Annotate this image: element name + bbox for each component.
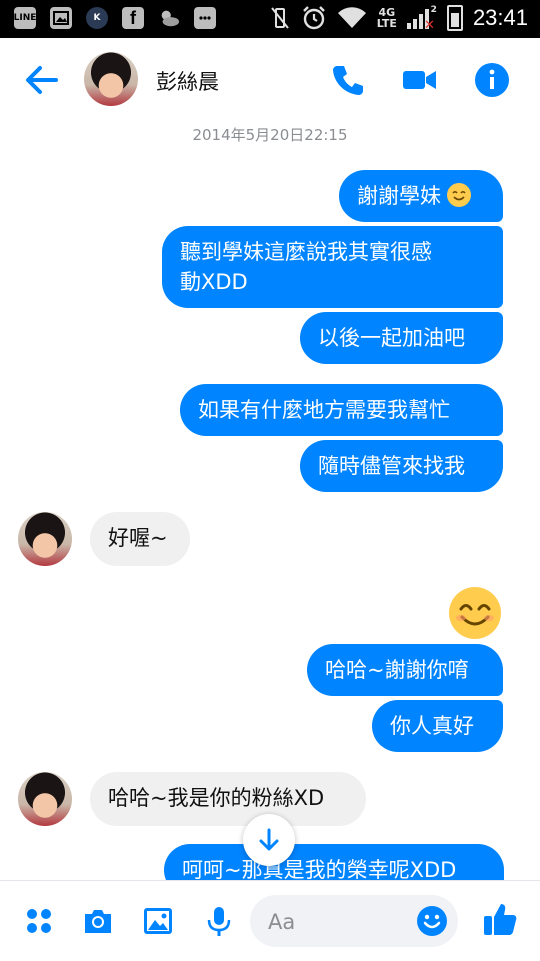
arrow-down-icon	[259, 828, 279, 851]
message-bubble-out[interactable]: 你人真好	[372, 700, 503, 752]
microphone-icon[interactable]	[203, 905, 235, 937]
sender-avatar[interactable]	[18, 772, 72, 826]
contact-name[interactable]: 彭絲晨	[156, 66, 219, 96]
wifi-icon	[337, 7, 366, 29]
sim-slot-label: 2	[430, 5, 437, 15]
k-app-icon: K	[86, 7, 108, 29]
message-bubble-in[interactable]: 哈哈~我是你的粉絲XD	[90, 772, 366, 826]
smiling-face-icon[interactable]	[448, 586, 502, 640]
image-icon	[50, 7, 72, 29]
gallery-icon[interactable]	[142, 905, 174, 937]
alarm-icon	[302, 6, 325, 30]
system-icons: 4G LTE 2 ✕ 23:41	[269, 5, 528, 33]
clock: 23:41	[472, 5, 528, 30]
message-bubble-in[interactable]: 好喔~	[90, 512, 190, 566]
message-input[interactable]	[266, 907, 410, 937]
message-input-box[interactable]	[250, 895, 458, 947]
message-bubble-out[interactable]: 隨時儘管來找我	[300, 440, 503, 492]
message-text: 謝謝學妹	[357, 184, 441, 208]
phone-icon[interactable]	[330, 62, 366, 98]
conversation-header: 彭絲晨	[0, 38, 540, 120]
network-sub-label: LTE	[376, 17, 397, 30]
message-bubble-out[interactable]: 如果有什麼地方需要我幫忙	[180, 384, 503, 436]
message-composer	[0, 880, 540, 961]
more-apps-icon[interactable]	[23, 905, 55, 937]
emoji-icon[interactable]	[416, 905, 448, 937]
message-bubble-out[interactable]: 以後一起加油吧	[300, 312, 503, 364]
network-type: 4G LTE	[377, 7, 397, 29]
chat-icon	[194, 7, 216, 29]
contact-avatar[interactable]	[84, 52, 138, 106]
smiling-face-icon	[447, 183, 471, 207]
conversation-timestamp: 2014年5月20日22:15	[192, 126, 348, 144]
message-bubble-out[interactable]: 聽到學妹這麼說我其實很感 動XDD	[162, 226, 503, 308]
camera-icon[interactable]	[82, 905, 114, 937]
scroll-to-bottom-button[interactable]	[243, 814, 295, 866]
info-icon[interactable]	[474, 62, 510, 98]
back-arrow-icon[interactable]	[22, 60, 62, 100]
sender-avatar[interactable]	[18, 512, 72, 566]
battery-icon	[446, 5, 463, 31]
facebook-icon: f	[122, 7, 144, 29]
notification-icons: LINE K f	[14, 7, 216, 29]
no-signal-icon: ✕	[424, 18, 435, 33]
line-icon: LINE	[14, 7, 36, 29]
video-camera-icon[interactable]	[401, 62, 437, 98]
thumbs-up-icon[interactable]	[482, 901, 518, 937]
status-bar: LINE K f 4G LTE 2 ✕ 23:41	[0, 0, 540, 38]
weather-icon	[158, 7, 180, 29]
message-bubble-out[interactable]: 哈哈~謝謝你唷	[307, 644, 503, 696]
vibrate-off-icon	[270, 7, 289, 29]
message-bubble-out[interactable]: 謝謝學妹	[339, 170, 503, 222]
signal-icon: 2 ✕	[406, 5, 437, 33]
